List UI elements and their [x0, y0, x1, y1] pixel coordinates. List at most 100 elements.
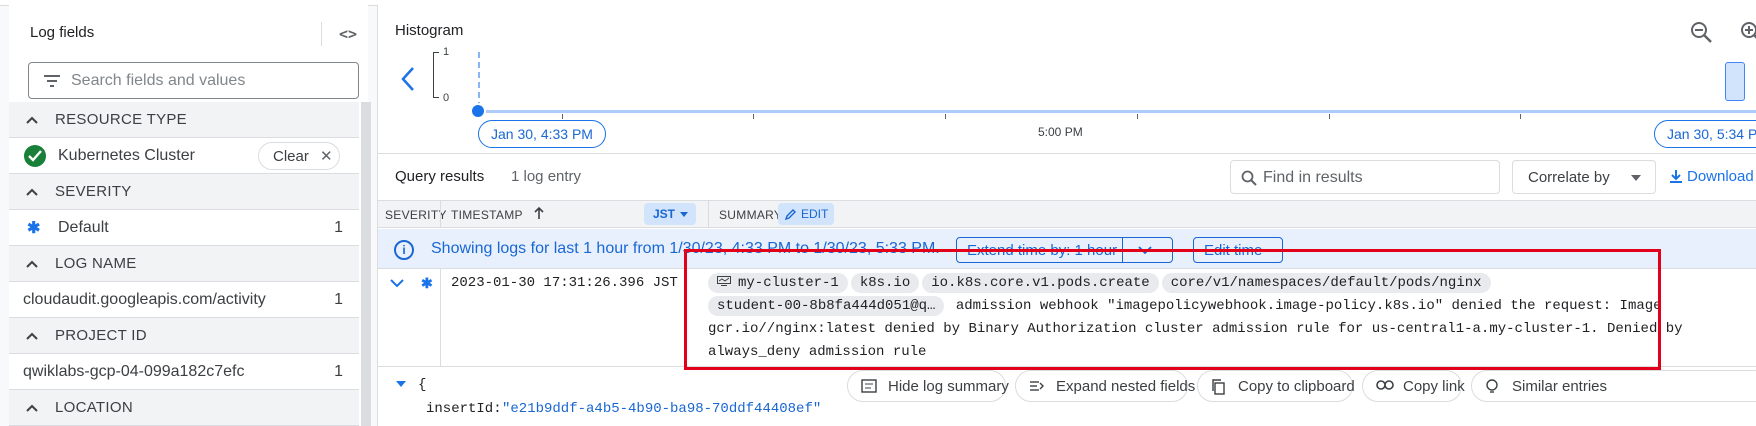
timeline-start-handle[interactable]: [470, 103, 486, 119]
log-timestamp: 2023-01-30 17:31:26.396 JST: [451, 275, 678, 291]
chevron-up-icon: [26, 260, 38, 268]
summary-chip-cluster[interactable]: my-cluster-1: [708, 273, 848, 293]
copy-to-clipboard-button[interactable]: Copy to clipboard: [1197, 370, 1355, 402]
summary-chip-method[interactable]: io.k8s.core.v1.pods.create: [922, 273, 1159, 293]
time-cursor-line: [478, 52, 480, 108]
section-label: PROJECT ID: [55, 327, 147, 344]
dropdown-arrow-icon: [1631, 175, 1641, 181]
start-time-chip[interactable]: Jan 30, 4:33 PM: [478, 120, 606, 148]
log-summary: my-cluster-1 k8s.io io.k8s.core.v1.pods.cr…: [708, 272, 1756, 364]
edit-time-label: Edit time: [1204, 242, 1263, 259]
chevron-up-icon: [26, 404, 38, 412]
zoom-out-icon[interactable]: [1689, 20, 1715, 46]
correlate-label: Correlate by: [1528, 169, 1610, 186]
severity-column-header[interactable]: SEVERITY: [385, 208, 447, 222]
check-circle-icon: [24, 145, 46, 167]
log-fields-title: Log fields: [30, 24, 95, 41]
section-project-id[interactable]: PROJECT ID: [9, 318, 359, 354]
divider: [378, 153, 1756, 154]
default-severity-icon: ✱: [27, 220, 41, 237]
chevron-up-icon: [26, 332, 38, 340]
copy-clipboard-label: Copy to clipboard: [1238, 378, 1355, 395]
chevron-up-icon: [26, 116, 38, 124]
hide-summary-label: Hide log summary: [888, 378, 1009, 395]
timeline-tick: [1137, 114, 1138, 119]
timeline-tick: [945, 114, 946, 119]
section-label: LOCATION: [55, 399, 133, 416]
find-in-results-box: [1230, 160, 1500, 194]
field-value-log-name[interactable]: cloudaudit.googleapis.com/activity 1: [9, 282, 359, 318]
collapse-json-icon[interactable]: [396, 381, 406, 387]
extend-time-button[interactable]: Extend time by: 1 hour: [956, 237, 1173, 263]
timestamp-column-header[interactable]: TIMESTAMP: [451, 208, 523, 222]
insert-id-key: insertId:: [426, 401, 502, 417]
insert-id-value[interactable]: "e21b9ddf-a4b5-4b90-ba98-70ddf44408ef": [502, 401, 821, 417]
section-label: SEVERITY: [55, 183, 132, 200]
section-resource-type[interactable]: RESOURCE TYPE: [9, 102, 359, 138]
summary-chip-principal[interactable]: student-00-8b8fa444d051@q…: [708, 296, 945, 316]
log-message-line2: gcr.io//nginx:latest denied by Binary Au…: [708, 321, 1683, 337]
zoom-in-icon[interactable]: [1739, 20, 1756, 46]
severity-count: 1: [334, 219, 343, 236]
default-severity-icon: ✱: [421, 275, 433, 291]
log-fields-scrollbar[interactable]: [361, 102, 371, 426]
download-button[interactable]: Download: [1669, 168, 1754, 185]
download-icon: [1670, 170, 1682, 183]
time-range-info-text: Showing logs for last 1 hour from 1/30/2…: [431, 240, 940, 257]
header-divider: [321, 22, 322, 46]
summary-chip-service[interactable]: k8s.io: [850, 273, 920, 293]
results-column-header: SEVERITY TIMESTAMP JST SUMMARY EDIT: [378, 200, 1756, 228]
chevron-down-icon[interactable]: [390, 278, 404, 288]
section-label: RESOURCE TYPE: [55, 111, 187, 128]
search-icon: [1241, 170, 1257, 186]
search-fields-input[interactable]: [71, 70, 351, 92]
correlate-by-dropdown[interactable]: Correlate by: [1512, 160, 1656, 194]
find-in-results-input[interactable]: [1263, 167, 1493, 189]
hide-log-summary-button[interactable]: Hide log summary: [847, 370, 1009, 402]
cluster-icon: [717, 276, 731, 286]
chevron-left-icon[interactable]: [399, 66, 417, 92]
section-location[interactable]: LOCATION: [9, 390, 359, 426]
edit-label: EDIT: [801, 207, 829, 221]
section-severity[interactable]: SEVERITY: [9, 174, 359, 210]
chevron-up-icon: [26, 188, 38, 196]
y-max-label: 1: [443, 46, 450, 58]
expand-nested-label: Expand nested fields: [1056, 378, 1196, 395]
log-entry-count: 1 log entry: [511, 168, 582, 185]
log-entry-json: { insertId: "e21b9ddf-a4b5-4b90-ba98-70d…: [378, 368, 1756, 426]
edit-summary-button[interactable]: EDIT: [778, 203, 834, 225]
expand-nested-fields-button[interactable]: Expand nested fields: [1015, 370, 1195, 402]
end-time-chip[interactable]: Jan 30, 5:34 PM: [1654, 120, 1756, 148]
summary-icon: [861, 379, 877, 393]
edit-time-button[interactable]: Edit time: [1193, 237, 1283, 263]
mid-time-label: 5:00 PM: [1038, 125, 1083, 139]
lightbulb-icon: [1486, 379, 1498, 393]
main-pane: Histogram 1 0 Jan 30, 4:33 PM 5:00 PM Ja…: [378, 0, 1756, 426]
close-icon: ✕: [320, 148, 333, 165]
histogram-bar[interactable]: [1725, 62, 1745, 101]
timezone-selector[interactable]: JST: [644, 203, 696, 225]
summary-chip-resource[interactable]: core/v1/namespaces/default/pods/nginx: [1161, 273, 1491, 293]
section-log-name[interactable]: LOG NAME: [9, 246, 359, 282]
query-results-title: Query results: [395, 168, 485, 185]
axis-bracket: [433, 52, 439, 98]
summary-column-header: SUMMARY: [719, 208, 783, 222]
column-divider: [440, 269, 441, 367]
copy-link-label: Copy link: [1403, 378, 1465, 395]
chevron-down-icon[interactable]: [1138, 245, 1152, 255]
clear-button[interactable]: Clear ✕: [258, 142, 340, 170]
filter-icon: [44, 75, 60, 87]
similar-entries-button[interactable]: Similar entries: [1471, 370, 1756, 402]
column-divider: [440, 201, 441, 227]
log-entry-row[interactable]: ✱ 2023-01-30 17:31:26.396 JST my-cluster…: [378, 269, 1756, 367]
log-fields-panel: Log fields <> RESOURCE TYPE Kubernetes C…: [0, 0, 378, 426]
time-range-info-bar: i Showing logs for last 1 hour from 1/30…: [378, 229, 1756, 269]
field-value-kubernetes-cluster[interactable]: Kubernetes Cluster Clear ✕: [9, 138, 359, 174]
copy-link-button[interactable]: Copy link: [1362, 370, 1465, 402]
download-label: Download: [1687, 168, 1754, 185]
link-icon: [1376, 380, 1394, 390]
field-value-project-id[interactable]: qwiklabs-gcp-04-099a182c7efc 1: [9, 354, 359, 390]
code-icon[interactable]: <>: [335, 22, 361, 46]
sort-ascending-icon[interactable]: [533, 206, 545, 220]
field-value-default[interactable]: ✱ Default 1: [9, 210, 359, 246]
